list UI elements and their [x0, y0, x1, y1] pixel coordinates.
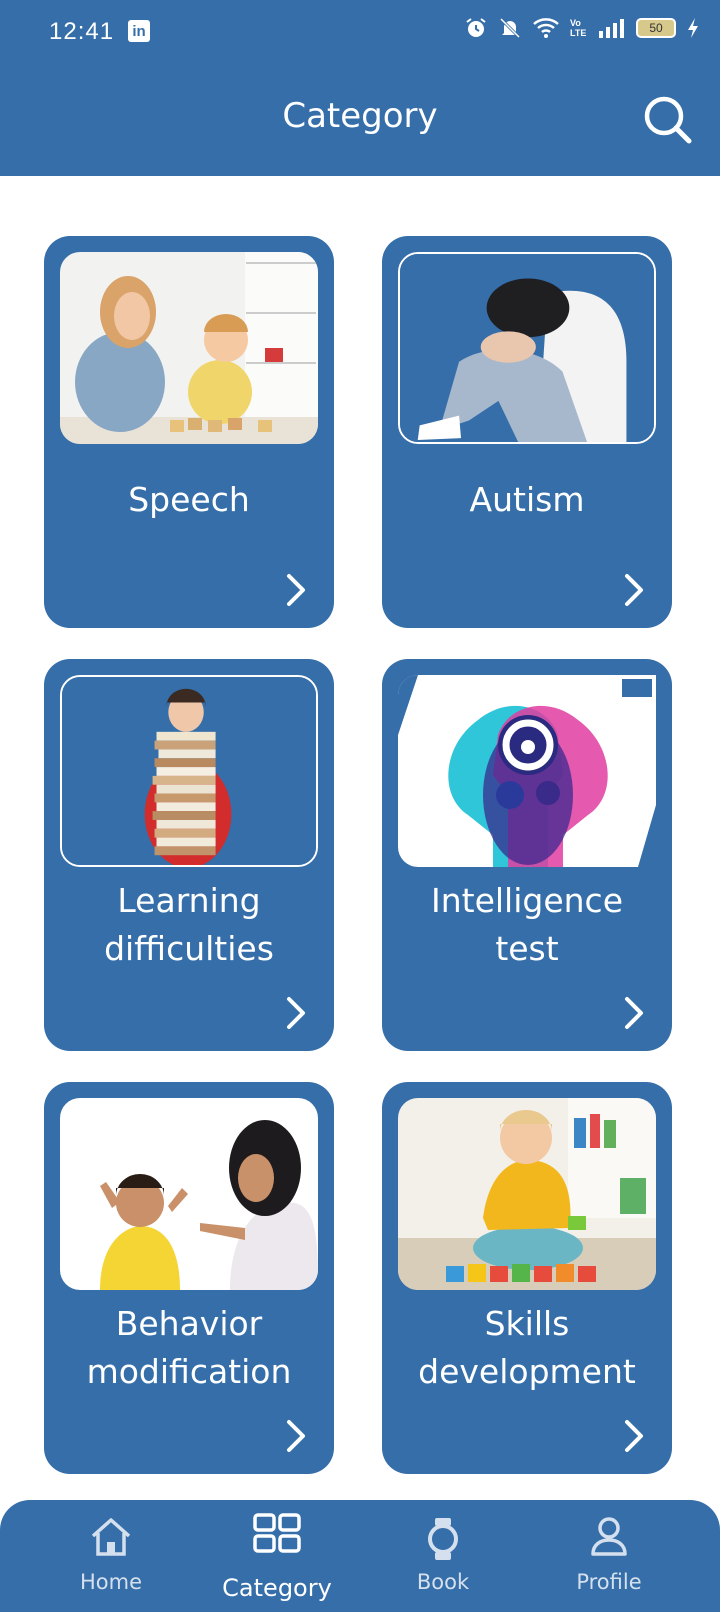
nav-item-home[interactable]: Home — [21, 1500, 201, 1612]
category-title: Behavior modification — [86, 1304, 292, 1391]
user-icon — [591, 1517, 627, 1556]
alarm-icon — [466, 18, 486, 37]
chevron-right-icon — [287, 1420, 305, 1452]
search-button[interactable] — [642, 94, 694, 146]
category-image — [60, 1098, 318, 1290]
category-card-speech[interactable]: Speech — [44, 236, 334, 628]
category-image — [398, 252, 656, 444]
category-image — [398, 675, 656, 867]
nav-label: Category — [222, 1574, 332, 1602]
nav-label: Home — [79, 1570, 142, 1594]
category-title: Speech — [128, 480, 250, 519]
search-icon — [644, 96, 692, 144]
category-card-learning-difficulties[interactable]: Learning difficulties — [44, 659, 334, 1051]
chevron-right-icon — [287, 574, 305, 606]
watch-icon — [428, 1518, 458, 1560]
wifi-icon — [533, 18, 559, 38]
status-time: 12:41 — [49, 18, 115, 45]
category-card-autism[interactable]: Autism — [382, 236, 672, 628]
signal-icon — [599, 19, 624, 38]
chevron-right-icon — [625, 574, 643, 606]
nav-label: Profile — [576, 1570, 642, 1594]
network-label: Vo LTE — [570, 18, 587, 38]
category-image — [60, 252, 318, 444]
nav-item-profile[interactable]: Profile — [519, 1500, 699, 1612]
linkedin-icon: in — [128, 20, 150, 42]
status-icons: Vo LTE 50 — [464, 16, 700, 40]
category-image — [398, 1098, 656, 1290]
mute-bell-icon — [499, 17, 521, 39]
battery-icon: 50 — [636, 18, 676, 38]
category-image — [60, 675, 318, 867]
nav-item-category[interactable]: Category — [187, 1500, 367, 1612]
grid-icon — [253, 1513, 301, 1553]
category-title: Intelligence test — [430, 881, 623, 968]
page-title: Category — [282, 96, 438, 136]
category-card-intelligence-test[interactable]: Intelligence test — [382, 659, 672, 1051]
status-bar: 12:41 in Vo LTE 50 — [0, 0, 720, 66]
app-bar: Category — [0, 66, 720, 176]
category-card-behavior-modification[interactable]: Behavior modification — [44, 1082, 334, 1474]
home-icon — [91, 1518, 131, 1556]
chevron-right-icon — [625, 997, 643, 1029]
nav-item-book[interactable]: Book — [353, 1500, 533, 1612]
category-title: Learning difficulties — [104, 881, 274, 968]
bottom-nav: Home Category Book Profile — [0, 1500, 720, 1612]
charging-icon — [688, 18, 698, 38]
chevron-right-icon — [287, 997, 305, 1029]
nav-label: Book — [416, 1570, 470, 1594]
chevron-right-icon — [625, 1420, 643, 1452]
category-card-skills-development[interactable]: Skills development — [382, 1082, 672, 1474]
category-title: Skills development — [418, 1304, 636, 1391]
category-title: Autism — [469, 480, 585, 519]
